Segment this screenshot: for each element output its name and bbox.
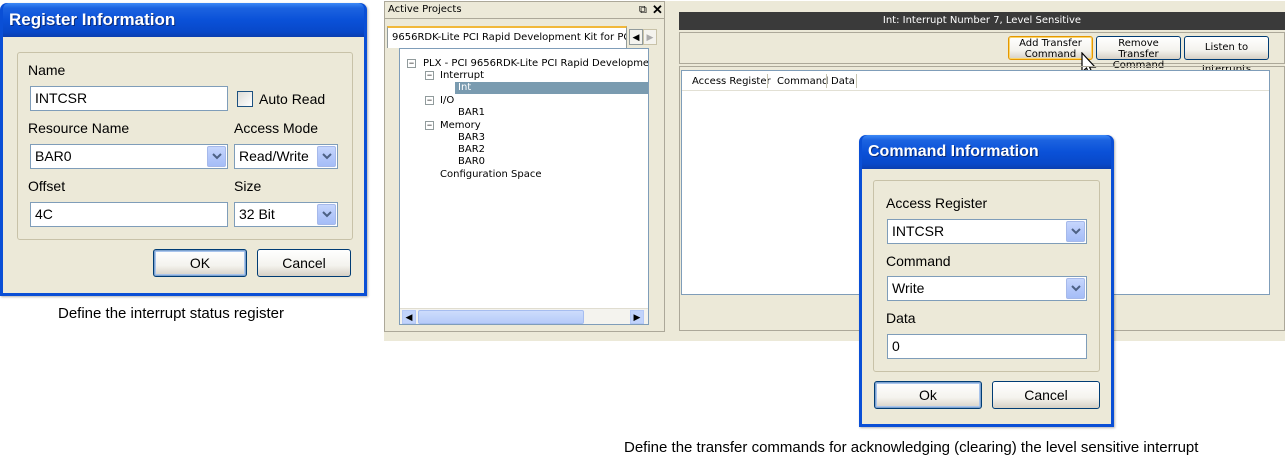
cancel-button[interactable]: Cancel (257, 249, 351, 277)
tree-item-bar2[interactable]: BAR2 (458, 144, 485, 155)
ok-button[interactable]: OK (153, 249, 247, 277)
chevron-down-icon[interactable] (1066, 221, 1085, 242)
auto-read-checkbox[interactable] (237, 91, 253, 107)
close-icon[interactable]: ✕ (652, 2, 663, 18)
tab-scroll-right-icon[interactable]: ▶ (643, 29, 657, 45)
chevron-down-icon[interactable] (317, 204, 336, 225)
name-label: Name (28, 62, 66, 78)
restore-icon[interactable]: ⧉ (639, 4, 647, 17)
active-projects-title: Active Projects (388, 4, 462, 15)
name-field[interactable]: INTCSR (30, 86, 228, 111)
command-select[interactable]: Write (887, 276, 1087, 301)
tree-item-int[interactable]: Int (458, 82, 471, 93)
offset-label: Offset (28, 178, 66, 194)
listen-to-interrupts-button[interactable]: Listen to Interrupts (1184, 36, 1269, 75)
ok-button[interactable]: Ok (874, 381, 982, 409)
tree-item-io[interactable]: I/O (440, 95, 454, 106)
column-header[interactable]: Command (777, 76, 828, 87)
tree-item-bar3[interactable]: BAR3 (458, 132, 485, 143)
resource-name-select[interactable]: BAR0 (30, 144, 228, 169)
scroll-right-icon[interactable]: ▶ (630, 310, 644, 324)
access-register-value: INTCSR (892, 223, 945, 239)
tree-item-interrupt[interactable]: Interrupt (440, 70, 484, 81)
access-mode-value: Read/Write (239, 148, 309, 164)
tree-root[interactable]: PLX - PCI 9656RDK-Lite PCI Rapid Develop… (423, 58, 648, 69)
chevron-down-icon[interactable] (1066, 278, 1085, 299)
tab-scroll-left-icon[interactable]: ◀ (629, 29, 643, 45)
data-field[interactable]: 0 (887, 334, 1087, 359)
project-tree: − PLX - PCI 9656RDK-Lite PCI Rapid Devel… (399, 48, 649, 325)
scroll-thumb[interactable] (418, 310, 584, 324)
scroll-left-icon[interactable]: ◀ (402, 310, 416, 324)
access-register-label: Access Register (886, 195, 988, 211)
access-register-select[interactable]: INTCSR (887, 219, 1087, 244)
tree-horizontal-scrollbar[interactable]: ◀ ▶ (400, 308, 648, 324)
chevron-down-icon[interactable] (207, 146, 226, 167)
caption-right: Define the transfer commands for acknowl… (624, 439, 1199, 456)
size-value: 32 Bit (239, 206, 275, 222)
column-divider (826, 74, 827, 88)
chevron-down-icon[interactable] (317, 146, 336, 167)
resource-name-value: BAR0 (35, 148, 72, 164)
add-transfer-line2: Command (1024, 49, 1077, 60)
command-information-dialog: Command Information Access Register INTC… (859, 135, 1114, 427)
command-value: Write (892, 280, 925, 296)
add-transfer-line1: Add Transfer (1019, 38, 1082, 49)
list-header: Access Register Command Data (682, 71, 1269, 91)
project-tab-label: 9656RDK-Lite PCI Rapid Development Kit f… (392, 32, 626, 43)
register-information-dialog: Register Information Name INTCSR Auto Re… (0, 3, 367, 296)
active-projects-titlebar: Active Projects ⧉ ✕ (385, 2, 664, 19)
interrupt-header-bar: Int: Interrupt Number 7, Level Sensitive (679, 12, 1285, 30)
active-projects-panel: Active Projects ⧉ ✕ 9656RDK-Lite PCI Rap… (384, 1, 665, 332)
access-mode-label: Access Mode (234, 120, 319, 136)
tree-item-bar0[interactable]: BAR0 (458, 156, 485, 167)
tree-item-memory[interactable]: Memory (440, 120, 481, 131)
dialog-title: Command Information (862, 135, 1111, 169)
tree-item-int-selected[interactable] (455, 82, 648, 94)
remove-transfer-line1: Remove Transfer (1118, 38, 1159, 60)
tree-item-bar1[interactable]: BAR1 (458, 107, 485, 118)
column-header[interactable]: Access Register (692, 76, 771, 87)
data-label: Data (886, 310, 916, 326)
access-mode-select[interactable]: Read/Write (234, 144, 338, 169)
interrupt-header-text: Int: Interrupt Number 7, Level Sensitive (882, 15, 1082, 26)
size-select[interactable]: 32 Bit (234, 202, 338, 227)
resource-name-label: Resource Name (28, 120, 130, 136)
column-divider (856, 74, 857, 88)
size-label: Size (234, 178, 262, 194)
collapse-icon[interactable]: − (425, 121, 434, 130)
column-divider (767, 74, 768, 88)
column-header[interactable]: Data (831, 76, 855, 87)
project-tab[interactable]: 9656RDK-Lite PCI Rapid Development Kit f… (387, 26, 627, 48)
collapse-icon[interactable]: − (407, 59, 416, 68)
caption-left: Define the interrupt status register (58, 305, 284, 322)
collapse-icon[interactable]: − (425, 96, 434, 105)
command-label: Command (886, 253, 951, 269)
auto-read-label: Auto Read (259, 91, 326, 107)
offset-field[interactable]: 4C (30, 202, 228, 227)
tree-item-config-space[interactable]: Configuration Space (440, 169, 541, 180)
dialog-title: Register Information (3, 3, 364, 37)
collapse-icon[interactable]: − (425, 71, 434, 80)
cancel-button[interactable]: Cancel (992, 381, 1100, 409)
remove-transfer-command-button[interactable]: Remove Transfer Command (1096, 36, 1181, 71)
